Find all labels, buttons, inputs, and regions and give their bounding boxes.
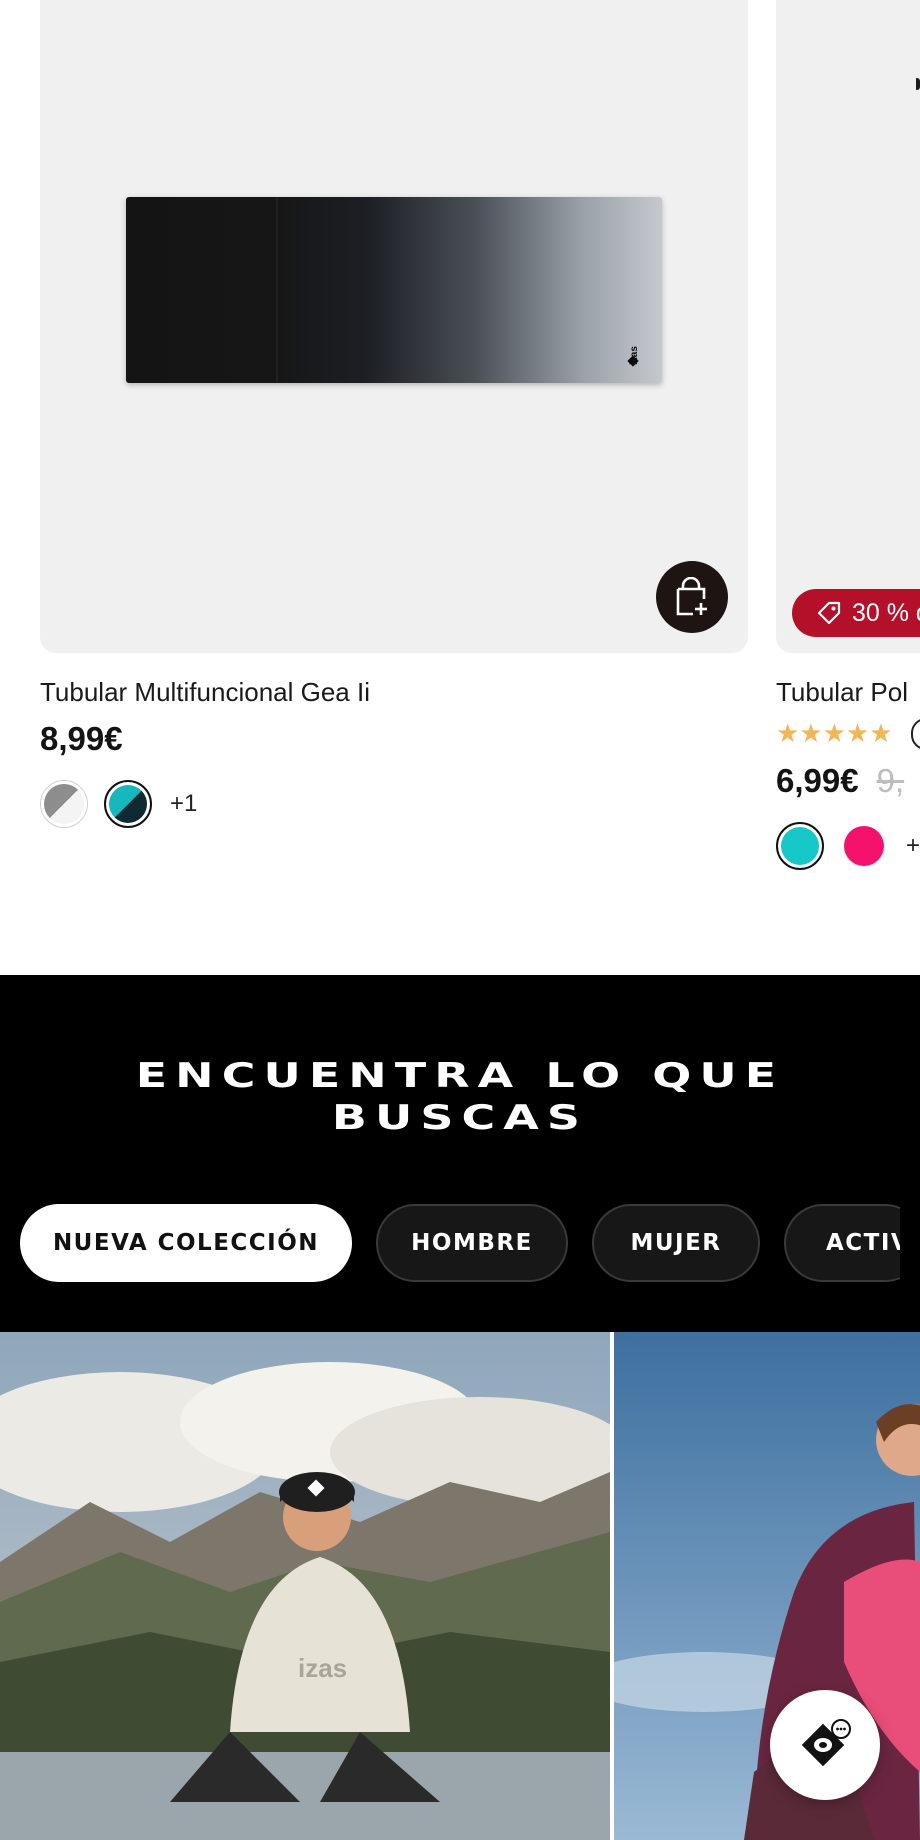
swatch-turquoise[interactable] xyxy=(776,822,824,870)
swatch-color xyxy=(844,826,884,866)
color-swatches: + xyxy=(776,822,920,870)
pill-mujer[interactable]: MUJER xyxy=(592,1204,760,1282)
svg-text:izas: izas xyxy=(298,1653,347,1683)
color-swatches: +1 xyxy=(40,780,748,828)
original-price: 9, xyxy=(876,762,905,799)
product-image[interactable]: 30 % d xyxy=(776,0,920,653)
product-name[interactable]: Tubular Pol xyxy=(776,677,920,708)
section-title-line: ENCUENTRA LO QUE xyxy=(135,1056,785,1096)
category-pills: NUEVA COLECCIÓN HOMBRE MUJER ACTIV xyxy=(20,1204,900,1282)
swatch-grey-white[interactable] xyxy=(40,780,88,828)
bottle-product-image xyxy=(916,78,920,90)
izas-chat-icon xyxy=(801,1719,851,1767)
towel-product-image: izas xyxy=(126,197,662,383)
more-colors-count[interactable]: + xyxy=(906,832,920,860)
rating-count[interactable] xyxy=(910,718,920,750)
swatch-color xyxy=(109,785,147,823)
product-image[interactable]: izas xyxy=(40,0,748,653)
product-card[interactable]: 30 % d Tubular Pol ★★★★★ 6,99€ 9, + xyxy=(776,0,920,870)
product-card[interactable]: izas Tubular Multifuncional Gea Ii 8,99€ xyxy=(40,0,748,828)
swatch-color xyxy=(781,827,819,865)
star-icons: ★★★★★ xyxy=(776,719,893,749)
izas-logo-icon: izas xyxy=(627,346,640,367)
section-title: ENCUENTRA LO QUE BUSCAS xyxy=(0,1055,920,1139)
swatch-color xyxy=(44,784,84,824)
product-name[interactable]: Tubular Multifuncional Gea Ii xyxy=(40,677,748,708)
rating-stars: ★★★★★ xyxy=(776,718,920,750)
photo-man-mountains[interactable]: izas xyxy=(0,1332,610,1840)
man-in-hoodie-mountains-image: izas xyxy=(0,1332,610,1840)
category-finder: ENCUENTRA LO QUE BUSCAS NUEVA COLECCIÓN … xyxy=(0,975,920,1332)
pill-actividad[interactable]: ACTIV xyxy=(784,1204,900,1282)
swatch-magenta[interactable] xyxy=(840,822,888,870)
tag-icon xyxy=(817,601,841,625)
section-title-line: BUSCAS xyxy=(331,1098,589,1138)
product-price: 8,99€ xyxy=(40,720,123,757)
product-carousel: izas Tubular Multifuncional Gea Ii 8,99€ xyxy=(0,0,920,975)
sale-price: 6,99€ xyxy=(776,762,859,799)
discount-badge-text: 30 % d xyxy=(852,598,920,627)
swatch-teal-black[interactable] xyxy=(104,780,152,828)
add-to-bag-icon xyxy=(676,577,707,616)
discount-badge: 30 % d xyxy=(792,589,920,637)
chat-button[interactable] xyxy=(770,1690,880,1800)
add-to-bag-button[interactable] xyxy=(656,561,728,633)
pill-nueva-coleccion[interactable]: NUEVA COLECCIÓN xyxy=(20,1204,352,1282)
pill-hombre[interactable]: HOMBRE xyxy=(376,1204,568,1282)
product-price: 6,99€ 9, xyxy=(776,762,920,800)
more-colors-count[interactable]: +1 xyxy=(170,790,197,818)
